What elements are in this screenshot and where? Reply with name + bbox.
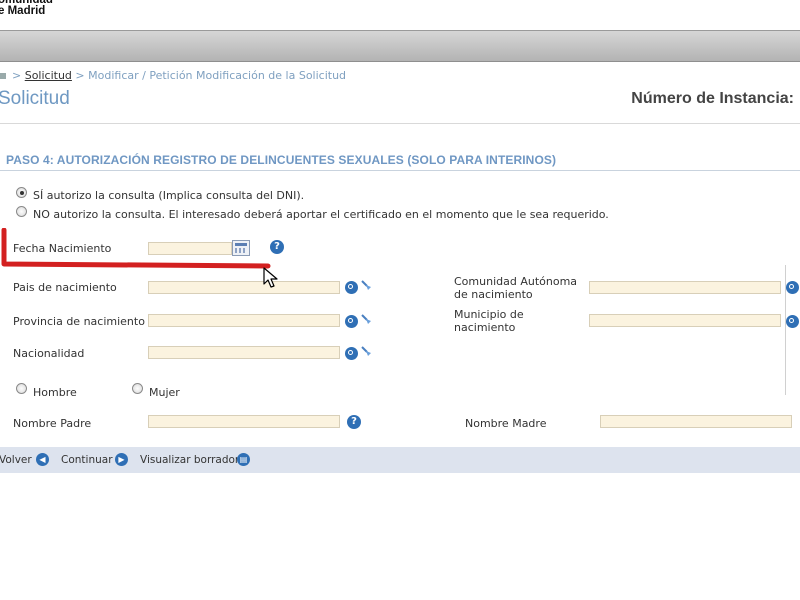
gender-female-radio[interactable] [132, 383, 143, 394]
comunidad-madrid-logo: omunidad e Madrid [0, 0, 53, 17]
birth-region-label-line1: Comunidad Autónoma [454, 275, 578, 288]
birth-province-input[interactable] [148, 314, 340, 327]
birth-municipality-label-line1: Municipio de [454, 308, 524, 321]
search-icon[interactable] [786, 315, 799, 328]
birth-municipality-input[interactable] [589, 314, 781, 327]
gender-male-radio[interactable] [16, 383, 27, 394]
red-highlight-annotation [1, 228, 271, 269]
instance-number-label: Número de Instancia: [631, 90, 794, 107]
document-icon[interactable]: ▤ [237, 453, 250, 466]
birth-municipality-label-line2: nacimiento [454, 321, 516, 334]
preview-draft-link[interactable]: Visualizar borrador [140, 454, 239, 466]
breadcrumb: > Solicitud > Modificar / Petición Modif… [0, 69, 346, 82]
column-divider [785, 265, 786, 395]
home-icon[interactable] [0, 73, 6, 79]
search-icon[interactable] [345, 347, 358, 360]
breadcrumb-separator: > [12, 69, 22, 82]
mouse-cursor-icon [263, 267, 278, 288]
step-divider [0, 170, 800, 171]
continue-link[interactable]: Continuar [61, 454, 113, 466]
birth-region-label-line2: de nacimiento [454, 288, 533, 301]
birth-region-label: Comunidad Autónoma de nacimiento [454, 275, 577, 301]
nationality-input[interactable] [148, 346, 340, 359]
search-icon[interactable] [345, 315, 358, 328]
consent-no-radio[interactable] [16, 206, 27, 217]
breadcrumb-link-solicitud[interactable]: Solicitud [25, 69, 72, 82]
birth-country-input[interactable] [148, 281, 340, 294]
gender-male-label: Hombre [33, 386, 77, 399]
father-name-input[interactable] [148, 415, 340, 428]
consent-yes-radio[interactable] [16, 187, 27, 198]
page-title: Solicitud [0, 88, 70, 109]
top-menu-bar [0, 30, 800, 62]
eraser-icon[interactable] [360, 345, 372, 357]
logo-line-2: e Madrid [0, 5, 46, 17]
help-icon[interactable]: ? [347, 415, 361, 429]
step-title: PASO 4: AUTORIZACIÓN REGISTRO DE DELINCU… [6, 153, 557, 167]
breadcrumb-separator: > [75, 69, 85, 82]
eraser-icon[interactable] [360, 279, 372, 291]
search-icon[interactable] [786, 281, 799, 294]
consent-yes-label: SÍ autorizo la consulta (Implica consult… [33, 189, 305, 202]
birth-municipality-label: Municipio de nacimiento [454, 308, 524, 334]
birth-region-input[interactable] [589, 281, 781, 294]
breadcrumb-current: Modificar / Petición Modificación de la … [88, 69, 347, 82]
back-arrow-icon[interactable]: ◀ [36, 453, 49, 466]
nationality-label: Nacionalidad [13, 347, 85, 360]
birth-province-label: Provincia de nacimiento [13, 315, 145, 328]
mother-name-input[interactable] [600, 415, 792, 428]
forward-arrow-icon[interactable]: ▶ [115, 453, 128, 466]
gender-female-label: Mujer [149, 386, 180, 399]
search-icon[interactable] [345, 281, 358, 294]
eraser-icon[interactable] [360, 313, 372, 325]
birth-country-label: Pais de nacimiento [13, 281, 117, 294]
back-link[interactable]: Volver [0, 454, 32, 466]
divider [0, 123, 800, 124]
mother-name-label: Nombre Madre [465, 417, 547, 430]
consent-no-label: NO autorizo la consulta. El interesado d… [33, 208, 609, 221]
father-name-label: Nombre Padre [13, 417, 92, 430]
